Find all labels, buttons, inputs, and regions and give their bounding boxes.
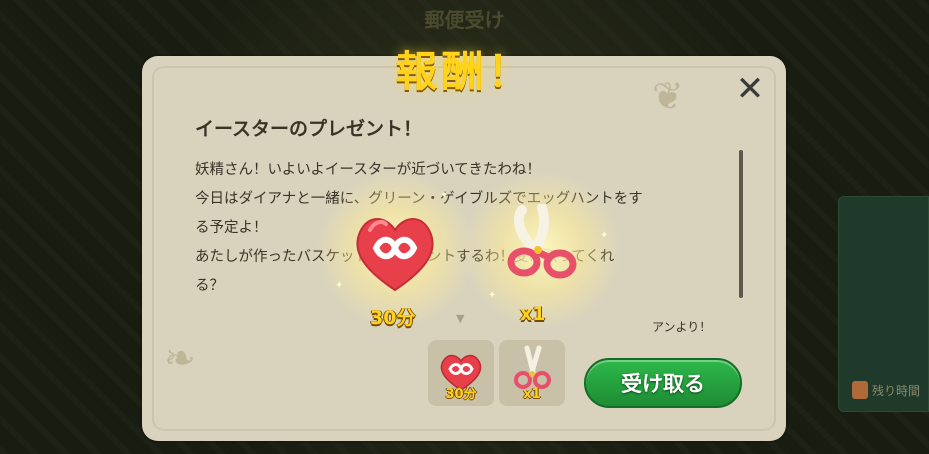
reward-item-heart: [348, 208, 442, 298]
screen-title: 郵便受け: [424, 8, 505, 32]
mail-subject: イースターのプレゼント！: [195, 118, 423, 140]
mail-signature: アンより！: [652, 320, 712, 334]
reward-item-scissors: [500, 203, 584, 292]
mail-body-line: 妖精さん！いよいよイースターが近づいてきたわね！: [195, 162, 541, 178]
infinite-heart-icon: [356, 218, 434, 292]
sparkle-icon: ✦: [335, 280, 344, 291]
side-timer-badge: 残り時間: [852, 378, 929, 402]
sparkle-icon: ✦: [600, 230, 609, 241]
attachment-slot-heart: 30分: [428, 340, 494, 406]
sparkle-icon: ✦: [440, 190, 449, 201]
reward-label-heart: 30分: [370, 307, 416, 329]
reward-label-scissors: x1: [520, 303, 546, 325]
sparkle-icon: ✦: [488, 290, 497, 301]
attachment-label: x1: [523, 387, 541, 402]
scroll-down-icon: ▼: [456, 312, 465, 325]
leaf-decoration-icon: ❧: [164, 336, 196, 380]
reward-title: 報酬！: [395, 47, 534, 96]
mail-scrollbar[interactable]: [739, 150, 743, 298]
pink-scissors-icon: [507, 203, 577, 279]
attachment-slot-scissors: x1: [499, 340, 565, 406]
side-label: 残り時間: [872, 383, 921, 398]
timer-icon: [852, 381, 868, 399]
receive-button[interactable]: 受け取る: [584, 358, 742, 408]
attachment-label: 30分: [445, 387, 477, 402]
